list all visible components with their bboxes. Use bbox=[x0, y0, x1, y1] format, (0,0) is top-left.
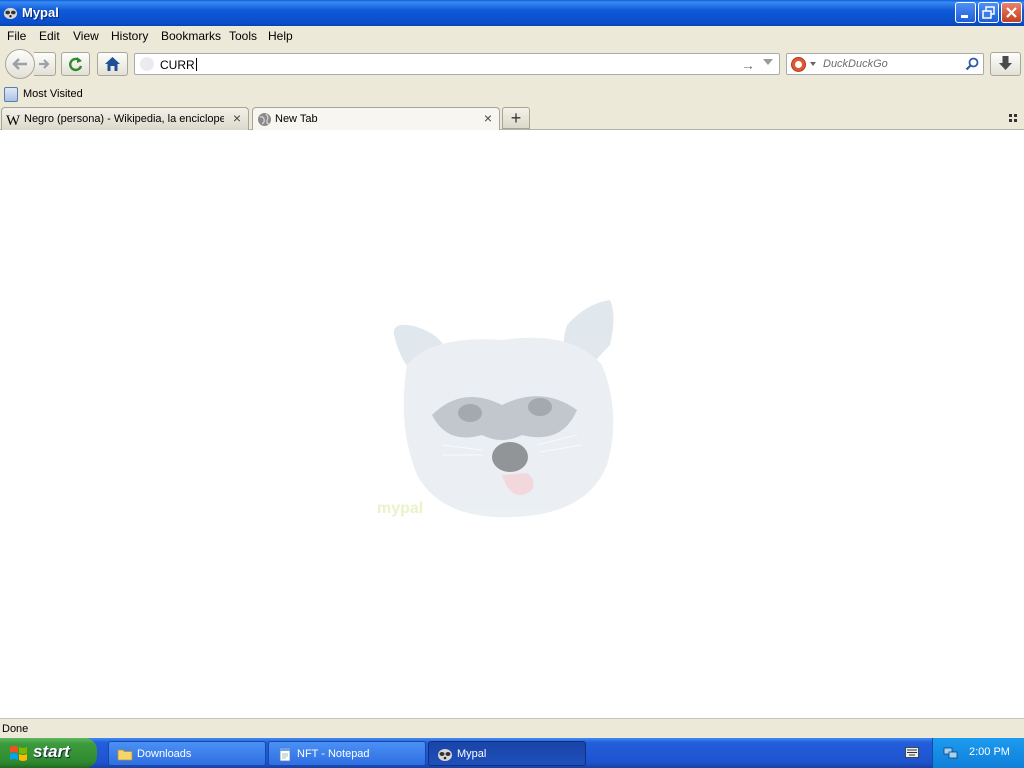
downloads-button[interactable] bbox=[990, 52, 1021, 76]
url-input[interactable]: CURR bbox=[160, 58, 197, 72]
folder-icon bbox=[117, 749, 133, 761]
svg-text:W: W bbox=[6, 113, 21, 127]
list-all-tabs-icon[interactable] bbox=[1008, 113, 1018, 123]
bookmarks-folder-icon bbox=[4, 87, 18, 102]
menu-edit[interactable]: Edit bbox=[39, 29, 60, 43]
page-content[interactable]: mypal bbox=[0, 130, 1024, 718]
close-icon bbox=[1006, 7, 1017, 18]
back-arrow-icon bbox=[12, 58, 27, 70]
text-caret bbox=[195, 58, 197, 71]
menu-bookmarks[interactable]: Bookmarks bbox=[161, 29, 221, 43]
close-tab-icon[interactable]: × bbox=[484, 110, 492, 126]
status-bar: Done bbox=[0, 718, 1024, 738]
site-identity-icon[interactable] bbox=[140, 57, 154, 71]
menu-view[interactable]: View bbox=[73, 29, 99, 43]
close-button[interactable] bbox=[1001, 2, 1022, 23]
home-icon bbox=[105, 57, 120, 71]
bookmark-most-visited[interactable]: Most Visited bbox=[23, 88, 83, 100]
menu-history[interactable]: History bbox=[111, 29, 148, 43]
tab-strip: W Negro (persona) - Wikipedia, la encicl… bbox=[0, 106, 1024, 131]
close-tab-icon[interactable]: × bbox=[233, 110, 241, 126]
start-label: start bbox=[33, 742, 70, 761]
download-arrow-icon bbox=[999, 56, 1012, 70]
search-input[interactable]: DuckDuckGo bbox=[823, 58, 888, 70]
url-value: CURR bbox=[160, 58, 195, 72]
search-icon[interactable] bbox=[964, 56, 980, 72]
forward-arrow-icon bbox=[39, 59, 50, 69]
search-engine-dropdown-icon[interactable] bbox=[810, 62, 816, 66]
minimize-icon bbox=[961, 15, 968, 18]
tab-label: Negro (persona) - Wikipedia, la enciclop… bbox=[24, 113, 224, 125]
clock[interactable]: 2:00 PM bbox=[969, 746, 1010, 758]
task-label: NFT - Notepad bbox=[297, 748, 370, 760]
globe-icon bbox=[258, 113, 271, 126]
menu-bar: File Edit View History Bookmarks Tools H… bbox=[0, 26, 1024, 46]
menu-help[interactable]: Help bbox=[268, 29, 293, 43]
forward-button[interactable] bbox=[34, 52, 56, 76]
status-text: Done bbox=[2, 723, 29, 735]
system-tray: 2:00 PM bbox=[932, 738, 1024, 768]
new-tab-button[interactable]: + bbox=[502, 107, 530, 129]
menu-file[interactable]: File bbox=[7, 29, 26, 43]
task-label: Mypal bbox=[457, 748, 487, 760]
go-arrow-icon[interactable]: → bbox=[741, 57, 755, 73]
home-button[interactable] bbox=[97, 52, 128, 76]
mypal-icon bbox=[438, 749, 452, 761]
reload-button[interactable] bbox=[61, 52, 90, 76]
tab-wikipedia[interactable]: W Negro (persona) - Wikipedia, la encicl… bbox=[1, 107, 249, 130]
logo-caption: mypal bbox=[377, 500, 424, 517]
minimize-button[interactable] bbox=[955, 2, 976, 23]
start-button[interactable]: start bbox=[0, 738, 97, 768]
tab-label: New Tab bbox=[275, 113, 318, 125]
keyboard-layout-icon[interactable] bbox=[905, 747, 919, 758]
tab-new-tab[interactable]: New Tab × bbox=[252, 107, 500, 131]
url-bar[interactable]: CURR → bbox=[134, 53, 780, 75]
task-label: Downloads bbox=[137, 748, 192, 760]
plus-icon: + bbox=[510, 108, 522, 128]
windows-logo-icon bbox=[10, 746, 27, 761]
mypal-icon bbox=[3, 7, 18, 20]
notepad-icon bbox=[279, 747, 291, 762]
taskbar-item-downloads[interactable]: Downloads bbox=[108, 741, 266, 766]
reload-icon bbox=[69, 57, 83, 72]
navigation-toolbar: CURR → DuckDuckGo bbox=[0, 46, 1024, 84]
network-icon[interactable] bbox=[943, 745, 959, 761]
menu-tools[interactable]: Tools bbox=[229, 29, 257, 43]
restore-icon bbox=[982, 6, 995, 19]
restore-button[interactable] bbox=[978, 2, 999, 23]
search-bar[interactable]: DuckDuckGo bbox=[786, 53, 984, 75]
title-bar[interactable]: Mypal bbox=[0, 0, 1024, 26]
wikipedia-icon: W bbox=[6, 113, 21, 127]
window-title: Mypal bbox=[22, 5, 59, 20]
url-history-dropdown-icon[interactable] bbox=[763, 59, 773, 65]
taskbar: start Downloads NFT - Notepad Mypal 2:00… bbox=[0, 738, 1024, 768]
taskbar-item-mypal[interactable]: Mypal bbox=[428, 741, 586, 766]
taskbar-item-notepad[interactable]: NFT - Notepad bbox=[268, 741, 426, 766]
mypal-raccoon-logo bbox=[393, 300, 614, 518]
back-button[interactable] bbox=[5, 49, 35, 79]
duckduckgo-icon[interactable] bbox=[791, 57, 806, 72]
bookmarks-toolbar: Most Visited bbox=[0, 84, 1024, 106]
